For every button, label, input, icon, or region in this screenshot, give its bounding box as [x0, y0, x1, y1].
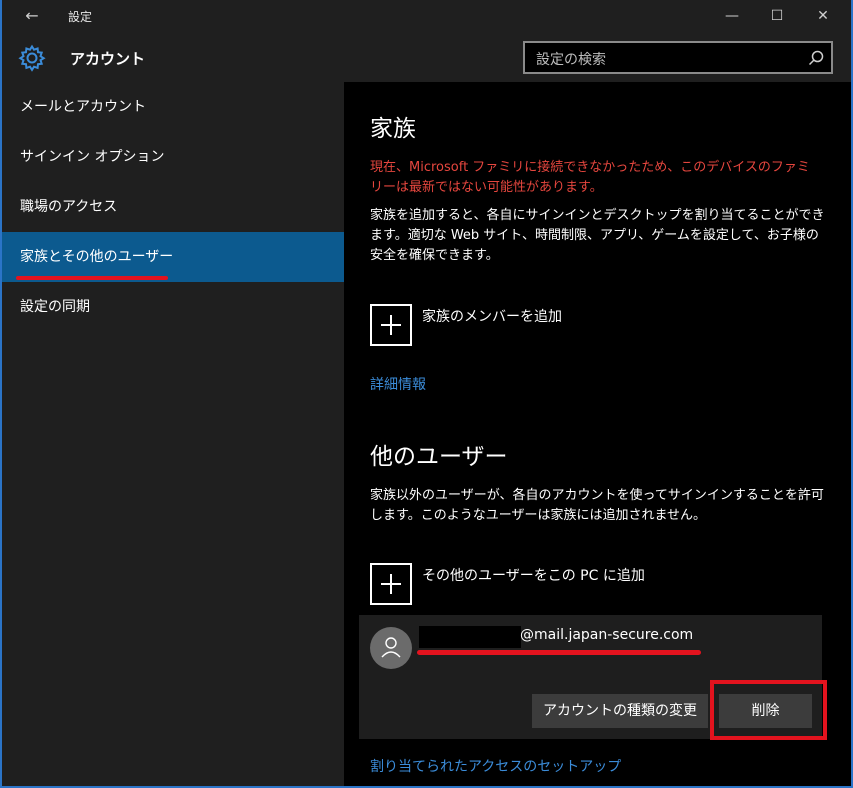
sidebar-item-sync-settings[interactable]: 設定の同期: [2, 282, 344, 332]
add-family-member-icon[interactable]: [370, 304, 412, 346]
other-users-heading: 他のユーザー: [370, 444, 508, 470]
family-warning-text: 現在、Microsoft ファミリに接続できなかったため、このデバイスのファミリ…: [370, 160, 810, 195]
search-placeholder: 設定の検索: [536, 52, 606, 68]
other-users-description: 家族以外のユーザーが、各自のアカウントを使ってサインインすることを許可します。こ…: [370, 488, 824, 523]
change-account-type-button[interactable]: アカウントの種類の変更: [532, 694, 708, 728]
family-description: 家族を追加すると、各自にサインインとデスクトップを割り当てることができます。適切…: [370, 208, 825, 263]
add-other-user-label[interactable]: その他のユーザーをこの PC に追加: [422, 565, 645, 585]
assigned-access-link[interactable]: 割り当てられたアクセスのセットアップ: [370, 756, 621, 776]
page-title: アカウント: [70, 50, 146, 68]
sidebar-item-work-access[interactable]: 職場のアクセス: [2, 182, 344, 232]
sidebar: メールとアカウント サインイン オプション 職場のアクセス 家族とその他のユーザ…: [2, 82, 344, 786]
avatar: [370, 627, 412, 669]
search-input[interactable]: 設定の検索: [523, 41, 833, 74]
gear-icon: [18, 44, 46, 72]
redacted-username: [419, 626, 521, 648]
search-icon[interactable]: [807, 49, 825, 67]
back-arrow-icon[interactable]: ←: [12, 3, 52, 29]
main-content: 家族 現在、Microsoft ファミリに接続できなかったため、このデバイスのフ…: [344, 82, 851, 786]
add-other-user-icon[interactable]: [370, 563, 412, 605]
title-bar: ← 設定 — ☐ ✕: [2, 0, 851, 32]
settings-window: ← 設定 — ☐ ✕ アカウント 設定の検索 メールとアカウント サインイン オ…: [0, 0, 853, 788]
maximize-icon[interactable]: ☐: [762, 4, 792, 28]
red-underline-annotation: [16, 276, 168, 280]
sidebar-item-email-accounts[interactable]: メールとアカウント: [2, 82, 344, 132]
details-link[interactable]: 詳細情報: [370, 374, 426, 394]
page-header: アカウント 設定の検索: [2, 32, 851, 82]
sidebar-item-signin-options[interactable]: サインイン オプション: [2, 132, 344, 182]
close-icon[interactable]: ✕: [808, 4, 838, 28]
person-icon: [381, 637, 401, 658]
add-family-member-label[interactable]: 家族のメンバーを追加: [422, 306, 562, 326]
user-email: @mail.japan-secure.com: [520, 627, 694, 643]
minimize-icon[interactable]: —: [717, 4, 747, 28]
family-heading: 家族: [370, 116, 416, 142]
red-underline-annotation: [417, 650, 701, 655]
red-highlight-annotation: [710, 680, 827, 740]
sidebar-item-family-other-users[interactable]: 家族とその他のユーザー: [2, 232, 344, 282]
window-title: 設定: [68, 10, 93, 24]
